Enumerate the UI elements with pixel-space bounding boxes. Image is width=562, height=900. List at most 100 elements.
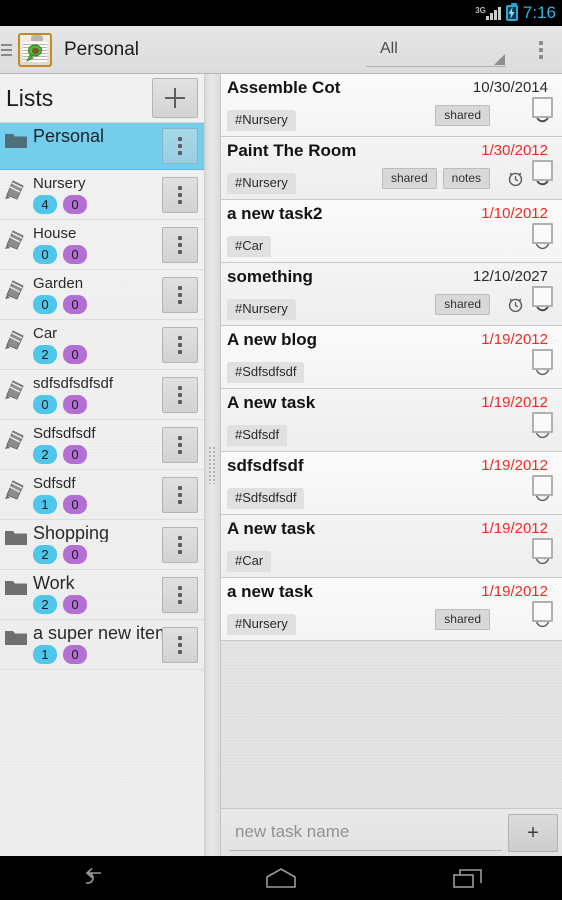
task-tag[interactable]: #Sdfsdfsdf (227, 362, 305, 383)
folder-icon (4, 525, 32, 552)
task-complete-checkbox[interactable] (532, 97, 553, 118)
sidebar-item-sdfsdfsdfsdf[interactable]: sdfsdfsdfsdf 0 0 (0, 370, 204, 420)
task-shared-chip[interactable]: shared (381, 168, 437, 189)
task-row-bottom: #Sdfsdf (221, 415, 562, 446)
sidebar-item-menu-icon[interactable] (162, 276, 198, 313)
task-title: A new task (227, 519, 316, 538)
sidebar-item-sdfsdfsdf[interactable]: Sdfsdfsdf 2 0 (0, 420, 204, 470)
task-tag[interactable]: #Nursery (227, 299, 296, 320)
task-due-date: 1/19/2012 (481, 583, 548, 600)
note-icon (4, 375, 32, 405)
badge-open-count: 1 (33, 495, 57, 514)
task-row-bottom: #Nursery shared (221, 100, 562, 131)
task-row-top: A new task 1/19/2012 (221, 518, 562, 540)
note-icon (5, 430, 24, 450)
sidebar-item-car[interactable]: Car 2 0 (0, 320, 204, 370)
sidebar-item-menu-icon[interactable] (162, 176, 198, 213)
sidebar-item-menu-icon[interactable] (162, 376, 198, 413)
task-complete-checkbox[interactable] (532, 412, 553, 433)
task-shared-chip[interactable]: shared (435, 609, 490, 630)
lists-sidebar: Lists Personal Nursery 4 0 House 0 0 Garden 0 0 Ca… (0, 74, 205, 856)
add-task-button[interactable]: + (508, 813, 558, 852)
task-due-date: 1/19/2012 (481, 520, 548, 537)
sidebar-item-body: Sdfsdfsdf 2 0 (32, 425, 162, 464)
task-complete-checkbox[interactable] (532, 475, 553, 496)
task-row[interactable]: sdfsdfsdf 1/19/2012 #Sdfsdfsdf (221, 452, 562, 515)
clipboard-app-icon[interactable] (18, 32, 52, 67)
task-row[interactable]: a new task2 1/10/2012 #Car (221, 200, 562, 263)
folder-icon (4, 625, 32, 652)
add-list-button[interactable] (152, 78, 198, 118)
sidebar-item-sdfsdf[interactable]: Sdfsdf 1 0 (0, 470, 204, 520)
sidebar-item-body: Car 2 0 (32, 325, 162, 364)
task-row-top: Paint The Room 1/30/2012 (221, 140, 562, 162)
task-row[interactable]: A new blog 1/19/2012 #Sdfsdfsdf (221, 326, 562, 389)
badge-open-count: 0 (33, 395, 57, 414)
pane-splitter[interactable] (205, 74, 221, 856)
sidebar-item-menu-icon[interactable] (162, 426, 198, 463)
sidebar-item-garden[interactable]: Garden 0 0 (0, 270, 204, 320)
task-notes-chip[interactable]: notes (442, 168, 490, 189)
sidebar-item-menu-icon[interactable] (162, 226, 198, 263)
overflow-menu-icon[interactable] (524, 26, 558, 74)
task-complete-checkbox[interactable] (532, 160, 553, 181)
sidebar-item-menu-icon[interactable] (162, 476, 198, 513)
task-shared-chip[interactable]: shared (435, 105, 490, 126)
new-task-input[interactable] (229, 814, 502, 851)
badge-open-count: 2 (33, 595, 57, 614)
sidebar-item-nursery[interactable]: Nursery 4 0 (0, 170, 204, 220)
sidebar-item-menu-icon[interactable] (162, 326, 198, 363)
sidebar-item-personal[interactable]: Personal (0, 123, 204, 170)
home-icon[interactable] (187, 866, 374, 890)
task-row-bottom: #Car (221, 226, 562, 257)
filter-spinner[interactable]: All (366, 33, 506, 67)
main-content: Lists Personal Nursery 4 0 House 0 0 Garden 0 0 Ca… (0, 74, 562, 856)
sidebar-item-shopping[interactable]: Shopping 2 0 (0, 520, 204, 570)
sidebar-item-menu-icon[interactable] (162, 626, 198, 663)
task-row[interactable]: a new task 1/19/2012 #Nursery shared (221, 578, 562, 641)
task-list: Assemble Cot 10/30/2014 #Nursery shared Pain… (221, 74, 562, 808)
badge-done-count: 0 (63, 445, 87, 464)
task-row[interactable]: A new task 1/19/2012 #Car (221, 515, 562, 578)
sidebar-item-menu-icon[interactable] (162, 128, 198, 164)
task-shared-chip[interactable]: shared (435, 294, 490, 315)
task-due-date: 10/30/2014 (472, 79, 548, 96)
task-tag[interactable]: #Car (227, 236, 272, 257)
sidebar-item-menu-icon[interactable] (162, 576, 198, 613)
badge-open-count: 1 (33, 645, 57, 664)
task-complete-checkbox[interactable] (532, 601, 553, 622)
task-tag[interactable]: #Nursery (227, 173, 296, 194)
task-row-top: A new task 1/19/2012 (221, 392, 562, 414)
sidebar-item-menu-icon[interactable] (162, 526, 198, 563)
task-row[interactable]: A new task 1/19/2012 #Sdfsdf (221, 389, 562, 452)
task-tag[interactable]: #Nursery (227, 614, 296, 635)
sidebar-item-work[interactable]: Work 2 0 (0, 570, 204, 620)
task-due-date: 1/19/2012 (481, 394, 548, 411)
task-row-bottom: #Nursery shared notes (221, 163, 562, 194)
status-clock: 7:16 (522, 3, 556, 22)
task-row[interactable]: something 12/10/2027 #Nursery shared (221, 263, 562, 326)
task-tag[interactable]: #Sdfsdfsdf (227, 488, 305, 509)
task-tag[interactable]: #Car (227, 551, 272, 572)
task-complete-checkbox[interactable] (532, 223, 553, 244)
badge-open-count: 4 (33, 195, 57, 214)
back-icon[interactable] (0, 867, 187, 889)
new-task-bar: + (221, 808, 562, 856)
sidebar-item-body: Personal (32, 128, 162, 145)
recents-icon[interactable] (375, 866, 562, 890)
sidebar-item-house[interactable]: House 0 0 (0, 220, 204, 270)
task-complete-checkbox[interactable] (532, 538, 553, 559)
drawer-menu-icon[interactable] (0, 26, 16, 74)
task-complete-checkbox[interactable] (532, 349, 553, 370)
task-tag[interactable]: #Sdfsdf (227, 425, 288, 446)
task-tag[interactable]: #Nursery (227, 110, 296, 131)
drag-handle-icon[interactable] (208, 446, 217, 484)
action-bar: Personal All (0, 26, 562, 74)
task-row-bottom: #Sdfsdfsdf (221, 352, 562, 383)
task-row[interactable]: Assemble Cot 10/30/2014 #Nursery shared (221, 74, 562, 137)
sidebar-item-a-super-new-item[interactable]: a super new item 1 0 (0, 620, 204, 670)
badge-open-count: 2 (33, 545, 57, 564)
task-row[interactable]: Paint The Room 1/30/2012 #Nursery shared not… (221, 137, 562, 200)
task-complete-checkbox[interactable] (532, 286, 553, 307)
task-row-bottom: #Car (221, 541, 562, 572)
